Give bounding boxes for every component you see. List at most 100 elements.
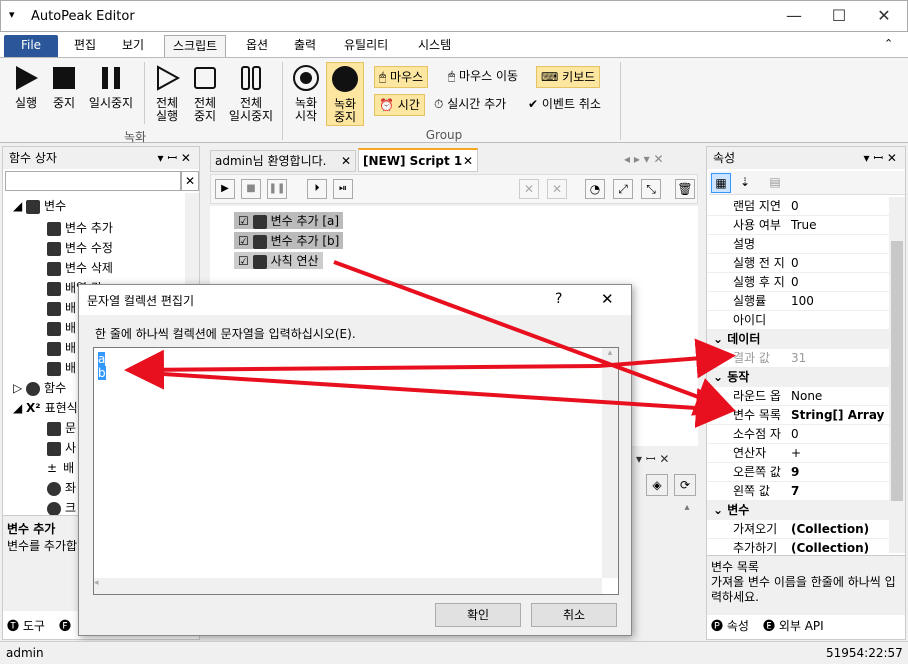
tree-item-array[interactable]: 배 — [47, 319, 76, 336]
cancel-button[interactable]: 취소 — [531, 603, 617, 627]
tree-item-expr[interactable]: ± 배 — [47, 459, 74, 476]
property-row[interactable]: 소수점 자 0 — [707, 425, 889, 444]
run-all-button[interactable]: 전체 실행 — [148, 64, 186, 123]
clear-search-icon[interactable]: ✕ — [181, 171, 199, 191]
record-start-button[interactable]: 녹화 시작 — [288, 64, 324, 123]
close-button[interactable]: ✕ — [861, 1, 907, 33]
collapse-icon[interactable]: ⤡ — [641, 179, 661, 199]
tree-item-add-variable[interactable]: 변수 추가 — [47, 219, 113, 236]
tree-item-expr[interactable]: 크 — [47, 499, 76, 516]
script-item[interactable]: ☑ 사칙 연산 — [234, 252, 323, 269]
tree-item-array[interactable]: 배 — [47, 299, 76, 316]
minimize-button[interactable]: — — [771, 1, 817, 33]
disabled-close-icon[interactable]: ✕ — [547, 179, 567, 199]
property-row[interactable]: 변수 목록 String[] Array — [707, 406, 889, 425]
ok-button[interactable]: 확인 — [435, 603, 521, 627]
property-pages-icon[interactable]: ▤ — [765, 173, 785, 193]
property-row[interactable]: 결과 값 31 — [707, 349, 889, 368]
tab-system[interactable]: 시스템 — [410, 35, 459, 57]
play-icon[interactable]: ▶ — [215, 179, 235, 199]
lower-panel-controls[interactable]: ▾ ꟷ ✕ — [636, 450, 669, 467]
property-row[interactable]: 설명 — [707, 235, 889, 254]
expand-icon[interactable]: ⤢ — [613, 179, 633, 199]
time-button[interactable]: ⏰ 시간 — [374, 94, 425, 116]
property-category[interactable]: ⌄ 동작 — [707, 368, 889, 387]
panel-controls-icon[interactable]: ▾ ꟷ ✕ — [864, 147, 897, 169]
scroll-thumb[interactable] — [891, 241, 903, 501]
close-icon[interactable]: ✕ — [463, 150, 473, 172]
lower-scrollbar[interactable]: ▴ — [680, 502, 694, 612]
pause-icon[interactable]: ❚❚ — [267, 179, 287, 199]
mouse-button[interactable]: 🖱 마우스 — [374, 66, 429, 88]
property-row[interactable]: 실행률 100 — [707, 292, 889, 311]
tree-item-variables[interactable]: ◢ 변수 — [13, 197, 66, 214]
property-row[interactable]: 아이디 — [707, 311, 889, 330]
panel-controls-icon[interactable]: ▾ ꟷ ✕ — [158, 147, 191, 169]
tree-item-array[interactable]: 배 — [47, 339, 76, 356]
record-stop-button[interactable]: 녹화 중지 — [326, 62, 364, 126]
pause-button[interactable]: 일시중지 — [84, 64, 138, 110]
property-row[interactable]: 왼쪽 값 7 — [707, 482, 889, 501]
dialog-close-button[interactable]: ✕ — [601, 290, 614, 308]
close-icon[interactable]: ✕ — [341, 151, 351, 171]
step-icon[interactable]: ⏵ — [307, 179, 327, 199]
event-cancel-button[interactable]: ✔ 이벤트 취소 — [524, 94, 605, 116]
paint-bucket-icon[interactable]: ◈ — [646, 474, 668, 496]
stop-all-button[interactable]: 전체 중지 — [186, 64, 224, 123]
property-row[interactable]: 랜덤 지연 0 — [707, 197, 889, 216]
script-item[interactable]: ☑ 변수 추가 [a] — [234, 212, 344, 229]
tab-f[interactable]: 🅕 F — [59, 617, 71, 634]
realtime-add-button[interactable]: ⏱ 실시간 추가 — [430, 94, 510, 116]
property-scrollbar[interactable] — [889, 197, 905, 553]
step-over-icon[interactable]: ⏯ — [333, 179, 353, 199]
timer-icon[interactable]: ◔ — [585, 179, 605, 199]
maximize-button[interactable]: ☐ — [816, 1, 862, 33]
mouse-move-button[interactable]: 🖱 마우스 이동 — [444, 66, 522, 88]
system-menu-icon[interactable]: ▾ — [9, 8, 15, 21]
delete-icon[interactable]: 🗑 — [675, 179, 695, 199]
refresh-icon[interactable]: ⟳ — [674, 474, 696, 496]
sort-alpha-icon[interactable]: ⇣ — [735, 173, 755, 193]
stop-icon[interactable]: ■ — [241, 179, 261, 199]
property-row[interactable]: 오른쪽 값 9 — [707, 463, 889, 482]
tree-item-function[interactable]: ▷ 함수 — [13, 379, 66, 396]
stop-button[interactable]: 중지 — [46, 64, 82, 110]
property-row[interactable]: 사용 여부 True — [707, 216, 889, 235]
property-category[interactable]: ⌄ 변수 — [707, 501, 889, 520]
tab-options[interactable]: 옵션 — [238, 35, 276, 57]
tab-script[interactable]: 스크립트 — [164, 35, 227, 57]
tree-item-expression[interactable]: ◢ X² 표현식 — [13, 399, 78, 416]
help-button[interactable]: ? — [555, 291, 562, 307]
property-row[interactable]: 가져오기 (Collection) — [707, 520, 889, 539]
tab-welcome[interactable]: admin님 환영합니다. ✕ — [210, 150, 356, 172]
string-list-textarea[interactable]: a b ▴ ◂ — [93, 347, 619, 595]
vertical-scrollbar[interactable]: ▴ — [602, 348, 618, 578]
tab-script-1[interactable]: [NEW] Script 1 ✕ — [358, 148, 478, 172]
tab-file[interactable]: File — [4, 35, 58, 57]
property-row[interactable]: 실행 후 지 0 — [707, 273, 889, 292]
horizontal-scrollbar[interactable]: ◂ — [94, 578, 602, 594]
pause-all-button[interactable]: 전체 일시중지 — [226, 64, 276, 123]
disabled-close-icon[interactable]: ✕ — [519, 179, 539, 199]
tree-item-expr[interactable]: 문 — [47, 419, 76, 436]
tree-item-array[interactable]: 배 — [47, 359, 76, 376]
tab-output[interactable]: 출력 — [286, 35, 324, 57]
function-search-input[interactable] — [5, 171, 181, 191]
property-row[interactable]: 실행 전 지 0 — [707, 254, 889, 273]
property-row[interactable]: 연산자 + — [707, 444, 889, 463]
script-item[interactable]: ☑ 변수 추가 [b] — [234, 232, 344, 249]
categorized-icon[interactable]: ▦ — [711, 173, 731, 193]
property-category[interactable]: ⌄ 데이터 — [707, 330, 889, 349]
tree-item-edit-variable[interactable]: 변수 수정 — [47, 239, 113, 256]
tab-nav-icons[interactable]: ◂ ▸ ▾ ✕ — [624, 152, 664, 166]
tab-view[interactable]: 보기 — [114, 35, 152, 57]
property-row[interactable]: 라운드 옵 None — [707, 387, 889, 406]
tab-utility[interactable]: 유틸리티 — [336, 35, 396, 57]
run-button[interactable]: 실행 — [8, 64, 44, 110]
tree-item-delete-variable[interactable]: 변수 삭제 — [47, 259, 113, 276]
tree-item-expr[interactable]: 좌 — [47, 479, 76, 496]
tree-item-expr[interactable]: 사 — [47, 439, 76, 456]
tab-tools[interactable]: 🅣 도구 — [7, 617, 45, 634]
keyboard-button[interactable]: ⌨ 키보드 — [536, 66, 601, 88]
tab-edit[interactable]: 편집 — [66, 35, 104, 57]
